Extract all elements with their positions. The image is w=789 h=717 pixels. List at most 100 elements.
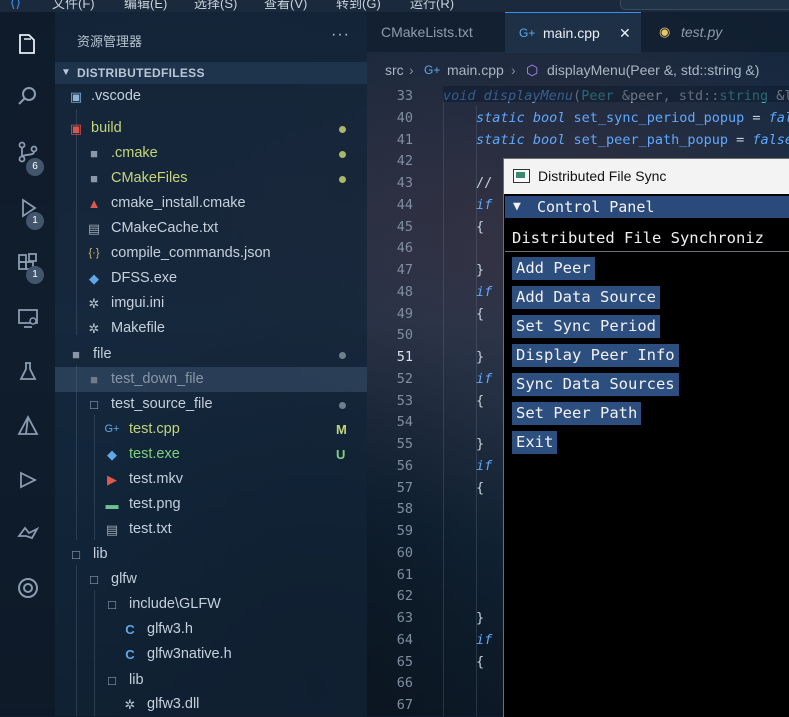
tree-item-glfw[interactable]: □ glfw <box>55 567 367 592</box>
code-token: fals <box>768 109 789 126</box>
set-sync-period-button[interactable]: Set Sync Period <box>512 315 660 338</box>
menu-selection[interactable]: 选择(S) <box>194 0 237 12</box>
folder-icon: ■ <box>90 146 98 161</box>
tree-item-lib[interactable]: □ lib <box>55 542 367 567</box>
window-titlebar[interactable]: Distributed File Sync <box>504 159 789 194</box>
tree-item-vscode[interactable]: ▣ .vscode <box>55 84 367 109</box>
add-data-source-button[interactable]: Add Data Source <box>512 286 660 309</box>
chevron-down-icon: ▼ <box>61 67 71 78</box>
line-number: 55 <box>396 436 413 452</box>
line-number: 57 <box>396 479 413 496</box>
more-actions-button[interactable]: ··· <box>331 26 350 44</box>
folder-icon: ■ <box>90 372 98 387</box>
tree-item-glfw3-dll[interactable]: ✲ glfw3.dll <box>55 692 367 717</box>
vscode-logo-icon: ⟨⟩ <box>10 0 21 10</box>
menu-go[interactable]: 转到(G) <box>336 0 381 12</box>
github-icon[interactable] <box>14 576 42 604</box>
tree-item-test-txt[interactable]: ▤ test.txt <box>55 517 367 542</box>
tree-item-makefile[interactable]: ✲ Makefile <box>55 316 367 341</box>
breadcrumb-src[interactable]: src <box>385 62 404 78</box>
c-header-icon: C <box>125 622 135 637</box>
folder-open-icon: □ <box>90 572 98 587</box>
command-center[interactable] <box>620 0 789 10</box>
explorer-icon[interactable] <box>14 32 42 60</box>
line-number: 62 <box>396 588 413 605</box>
source-control-badge: 6 <box>26 158 44 176</box>
tree-item-cmakefiles[interactable]: ■ CMakeFiles <box>55 166 367 191</box>
tree-item-lib-sub[interactable]: □ lib <box>55 668 367 693</box>
code-token: false; <box>752 131 789 148</box>
menu-bar: ⟨⟩ 文件(F) 编辑(E) 选择(S) 查看(V) 转到(G) 运行(R) <box>0 0 789 12</box>
tree-item-cmakecache[interactable]: ▤ CMakeCache.txt <box>55 216 367 241</box>
code-line: // <box>476 175 492 191</box>
remote-explorer-icon[interactable] <box>14 306 42 334</box>
tree-item-glfw3-h[interactable]: C glfw3.h <box>55 617 367 642</box>
control-panel-header[interactable]: ▼ Control Panel <box>505 196 789 218</box>
modified-dot <box>339 402 346 409</box>
cmake-icon[interactable] <box>14 414 42 442</box>
tree-item-test-exe[interactable]: ◆ test.exe U <box>55 442 367 467</box>
tree-item-test-cpp[interactable]: G+ test.cpp M <box>55 417 367 442</box>
tree-item-dfss-exe[interactable]: ◆ DFSS.exe <box>55 266 367 291</box>
tree-item-glfw3native-h[interactable]: C glfw3native.h <box>55 642 367 667</box>
tree-item-imgui-ini[interactable]: ✲ imgui.ini <box>55 291 367 316</box>
menu-view[interactable]: 查看(V) <box>264 0 307 12</box>
menu-file[interactable]: 文件(F) <box>52 0 95 12</box>
line-number: 47 <box>396 262 413 278</box>
tree-item-cmake-install[interactable]: ▲ cmake_install.cmake <box>55 191 367 216</box>
tree-item-test-mkv[interactable]: ▶ test.mkv <box>55 467 367 492</box>
tree-item-include-glfw[interactable]: □ include\GLFW <box>55 592 367 617</box>
tab-main-cpp[interactable]: G+ main.cpp ✕ <box>505 12 641 53</box>
code-token: = <box>752 109 769 126</box>
breadcrumb-file[interactable]: main.cpp <box>447 62 504 78</box>
untracked-status: U <box>336 447 346 462</box>
menu-edit[interactable]: 编辑(E) <box>124 0 167 12</box>
testing-icon[interactable] <box>14 360 42 388</box>
window-title: Distributed File Sync <box>538 168 667 184</box>
collapse-triangle-icon: ▼ <box>513 199 521 214</box>
menu-run[interactable]: 运行(R) <box>410 0 454 12</box>
tree-item-test-png[interactable]: ▬ test.png <box>55 492 367 517</box>
line-number: 65 <box>396 653 413 670</box>
code-token: if <box>476 457 493 474</box>
cmake-file-icon: ▲ <box>87 196 101 211</box>
exit-button[interactable]: Exit <box>512 431 558 454</box>
image-file-icon: ▬ <box>105 497 119 512</box>
bird-extension-icon[interactable] <box>14 522 42 550</box>
docker-icon[interactable] <box>14 468 42 496</box>
code-token: } <box>476 436 485 452</box>
editor-tabs: CMakeLists.txt G+ main.cpp ✕ ◉ test.py <box>367 12 789 53</box>
code-token: if <box>476 196 493 213</box>
line-number: 51 <box>396 349 413 365</box>
tree-item-cmake-folder[interactable]: ■ .cmake <box>55 141 367 166</box>
sync-data-sources-button[interactable]: Sync Data Sources <box>512 373 679 396</box>
imgui-app-window[interactable]: Distributed File Sync ▼ Control Panel Di… <box>503 158 789 717</box>
add-peer-button[interactable]: Add Peer <box>512 257 595 280</box>
close-icon[interactable]: ✕ <box>619 13 631 53</box>
exe-file-icon: ◆ <box>107 447 117 462</box>
breadcrumb-symbol[interactable]: displayMenu(Peer &, std::string &) <box>547 62 759 78</box>
c-header-icon: C <box>125 647 135 662</box>
code-token: // <box>476 175 493 191</box>
set-peer-path-button[interactable]: Set Peer Path <box>512 402 642 425</box>
line-number: 42 <box>396 153 413 170</box>
line-number: 66 <box>396 675 413 692</box>
display-peer-info-button[interactable]: Display Peer Info <box>512 344 679 367</box>
separator <box>505 251 789 252</box>
workspace-root[interactable]: ▼ DISTRIBUTEDFILESS <box>55 62 367 84</box>
search-icon[interactable] <box>14 84 42 112</box>
code-token: if <box>476 283 493 300</box>
tree-item-file[interactable]: ■ file <box>55 342 367 367</box>
code-line: if <box>476 458 492 474</box>
code-token: if <box>476 631 493 648</box>
indent-guide <box>476 106 477 716</box>
line-number: 61 <box>396 566 413 583</box>
control-panel-label: Control Panel <box>537 198 655 216</box>
tab-test-py[interactable]: ◉ test.py <box>647 12 789 52</box>
tree-item-compile-commands[interactable]: {·} compile_commands.json <box>55 241 367 266</box>
line-number: 60 <box>396 544 413 561</box>
tree-item-test-down-file[interactable]: ■ test_down_file <box>55 367 367 392</box>
tree-item-test-source-file[interactable]: □ test_source_file <box>55 392 367 417</box>
tab-cmakelists[interactable]: CMakeLists.txt <box>367 12 499 52</box>
tree-item-build[interactable]: ▣ build <box>55 116 367 141</box>
